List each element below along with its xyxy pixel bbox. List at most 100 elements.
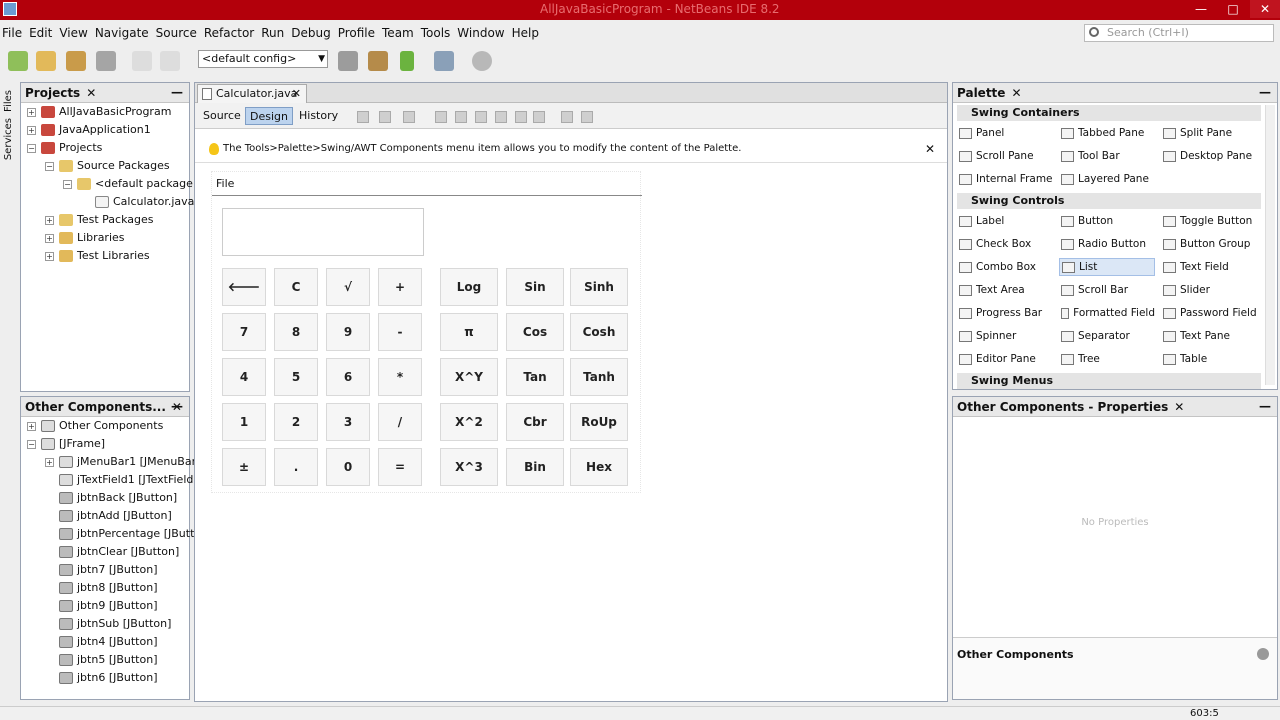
calc-button[interactable]: √ xyxy=(326,268,370,306)
calc-button[interactable]: 5 xyxy=(274,358,318,396)
tree-item[interactable]: − [JFrame] xyxy=(27,435,105,453)
calc-button[interactable]: X^Y xyxy=(440,358,498,396)
calculator-display-field[interactable] xyxy=(222,208,424,256)
palette-item-button[interactable]: Button xyxy=(1059,212,1155,230)
palette-category[interactable]: Swing Containers xyxy=(957,105,1261,121)
palette-item-progress-bar[interactable]: Progress Bar xyxy=(957,304,1053,322)
tree-item[interactable]: + Other Components xyxy=(27,417,163,435)
open-project-icon[interactable] xyxy=(66,51,86,71)
calc-button[interactable]: = xyxy=(378,448,422,486)
palette-item-text-pane[interactable]: Text Pane xyxy=(1161,327,1257,345)
tree-item[interactable]: + AllJavaBasicProgram xyxy=(27,103,171,121)
palette-item-check-box[interactable]: Check Box xyxy=(957,235,1053,253)
palette-item-split-pane[interactable]: Split Pane xyxy=(1161,124,1257,142)
calc-button[interactable]: Sinh xyxy=(570,268,628,306)
palette-item-tree[interactable]: Tree xyxy=(1059,350,1155,368)
new-file-icon[interactable] xyxy=(36,51,56,71)
calc-button[interactable]: Bin xyxy=(506,448,564,486)
minimize-icon[interactable]: — xyxy=(1186,0,1216,18)
minimize-icon[interactable]: — xyxy=(1259,399,1271,413)
close-icon[interactable]: ✕ xyxy=(86,86,96,100)
menu-tools[interactable]: Tools xyxy=(421,26,451,40)
tree-item[interactable]: jbtn5 [JButton] xyxy=(45,651,158,669)
calc-button[interactable]: 9 xyxy=(326,313,370,351)
calc-button[interactable]: 🡐 xyxy=(222,268,266,306)
palette-item-list[interactable]: List xyxy=(1059,258,1155,276)
align-top-icon[interactable] xyxy=(495,111,507,123)
expand-toggle-icon[interactable]: + xyxy=(45,233,54,243)
calc-button[interactable]: π xyxy=(440,313,498,351)
maximize-icon[interactable]: □ xyxy=(1218,0,1248,18)
tree-item[interactable]: − <default package> xyxy=(63,175,202,193)
tree-item[interactable]: + Libraries xyxy=(45,229,125,247)
menu-profile[interactable]: Profile xyxy=(338,26,375,40)
tab-design[interactable]: Design xyxy=(245,107,293,125)
center-horizontally-icon[interactable] xyxy=(475,111,487,123)
align-bottom-icon[interactable] xyxy=(515,111,527,123)
menu-file[interactable]: File xyxy=(2,26,22,40)
expand-toggle-icon[interactable]: + xyxy=(27,107,36,117)
tab-calculator-java[interactable]: Calculator.java ✕ xyxy=(197,84,307,103)
config-select[interactable]: <default config> ▼ xyxy=(198,50,328,68)
calculator-form[interactable]: File 🡐 C √ + Log Sin Sinh 7 8 9- π Cos Cosh 4 5 6 * X^Y Ta… xyxy=(211,171,642,493)
expand-toggle-icon[interactable]: − xyxy=(45,161,54,171)
menu-window[interactable]: Window xyxy=(457,26,504,40)
expand-toggle-icon[interactable]: − xyxy=(27,439,36,449)
palette-item-radio-button[interactable]: Radio Button xyxy=(1059,235,1155,253)
palette-item-password-field[interactable]: Password Field xyxy=(1161,304,1257,322)
calc-button[interactable]: Cbr xyxy=(506,403,564,441)
calc-button[interactable]: RoUp xyxy=(570,403,628,441)
horizontal-resize-icon[interactable] xyxy=(561,111,573,123)
calc-button[interactable]: 1 xyxy=(222,403,266,441)
calc-button[interactable]: Log xyxy=(440,268,498,306)
profile-icon[interactable] xyxy=(472,51,492,71)
palette-category[interactable]: Swing Menus xyxy=(957,373,1261,389)
palette-item-tool-bar[interactable]: Tool Bar xyxy=(1059,147,1155,165)
form-menu-bar[interactable]: File xyxy=(212,172,642,196)
calc-button[interactable]: X^3 xyxy=(440,448,498,486)
run-icon[interactable] xyxy=(400,51,414,71)
menu-run[interactable]: Run xyxy=(261,26,284,40)
tree-item[interactable]: jbtnSub [JButton] xyxy=(45,615,171,633)
calc-button[interactable]: Cos xyxy=(506,313,564,351)
calc-button[interactable]: Hex xyxy=(570,448,628,486)
close-icon[interactable]: ✕ xyxy=(925,135,935,163)
tree-item[interactable]: jbtn9 [JButton] xyxy=(45,597,158,615)
minimize-icon[interactable]: — xyxy=(1259,85,1271,99)
tab-history[interactable]: History xyxy=(295,107,342,125)
menu-team[interactable]: Team xyxy=(382,26,414,40)
close-icon[interactable]: ✕ xyxy=(1011,86,1021,100)
calc-button[interactable]: - xyxy=(378,313,422,351)
palette-item-internal-frame[interactable]: Internal Frame xyxy=(957,170,1053,188)
minimize-icon[interactable]: — xyxy=(171,399,183,413)
palette-item-editor-pane[interactable]: Editor Pane xyxy=(957,350,1053,368)
tree-item[interactable]: + jMenuBar1 [JMenuBar] xyxy=(45,453,200,471)
services-tab[interactable]: Services xyxy=(3,118,14,160)
palette-item-scroll-bar[interactable]: Scroll Bar xyxy=(1059,281,1155,299)
palette-item-spinner[interactable]: Spinner xyxy=(957,327,1053,345)
palette-item-table[interactable]: Table xyxy=(1161,350,1257,368)
calc-button[interactable]: / xyxy=(378,403,422,441)
calc-button[interactable]: Tanh xyxy=(570,358,628,396)
undo-icon[interactable] xyxy=(132,51,152,71)
calc-button[interactable]: 3 xyxy=(326,403,370,441)
tree-item[interactable]: Calculator.java xyxy=(81,193,194,211)
tree-item[interactable]: jbtnAdd [JButton] xyxy=(45,507,172,525)
search-input[interactable]: Search (Ctrl+I) xyxy=(1084,24,1274,42)
palette-item-combo-box[interactable]: Combo Box xyxy=(957,258,1053,276)
tree-item[interactable]: + Test Packages xyxy=(45,211,153,229)
design-canvas[interactable]: File 🡐 C √ + Log Sin Sinh 7 8 9- π Cos Cosh 4 5 6 * X^Y Ta… xyxy=(195,163,947,701)
menu-help[interactable]: Help xyxy=(512,26,539,40)
expand-toggle-icon[interactable]: + xyxy=(27,421,36,431)
redo-icon[interactable] xyxy=(160,51,180,71)
tree-item[interactable]: jbtnPercentage [JButton] xyxy=(45,525,212,543)
calc-button[interactable]: 6 xyxy=(326,358,370,396)
calc-button[interactable]: 4 xyxy=(222,358,266,396)
tree-item[interactable]: jbtn7 [JButton] xyxy=(45,561,158,579)
align-right-icon[interactable] xyxy=(455,111,467,123)
tree-item[interactable]: jbtnClear [JButton] xyxy=(45,543,179,561)
calc-button[interactable]: 2 xyxy=(274,403,318,441)
tab-source[interactable]: Source xyxy=(199,107,245,125)
palette-item-text-field[interactable]: Text Field xyxy=(1161,258,1257,276)
minimize-icon[interactable]: — xyxy=(171,85,183,99)
